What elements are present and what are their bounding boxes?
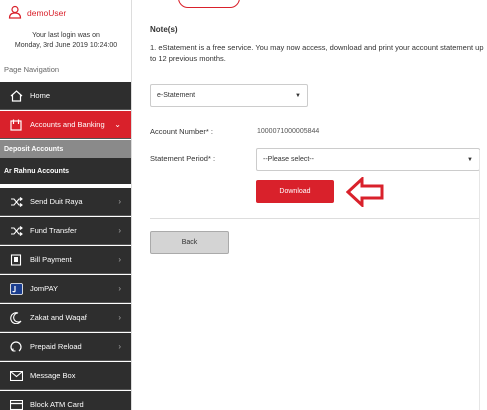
bill-icon bbox=[8, 253, 24, 267]
sidebar-item-label: Zakat and Waqaf bbox=[30, 313, 87, 322]
statement-type-select[interactable]: e-Statement ▼ bbox=[150, 84, 308, 107]
sidebar-item-label: Message Box bbox=[30, 371, 76, 380]
notes-heading: Note(s) bbox=[150, 25, 178, 34]
shuffle-icon bbox=[8, 195, 24, 209]
chevron-right-icon: › bbox=[118, 342, 121, 351]
chevron-down-icon: ⌄ bbox=[114, 120, 121, 129]
account-number-label: Account Number* : bbox=[150, 127, 213, 136]
sidebar-item-label: Prepaid Reload bbox=[30, 342, 82, 351]
content-border bbox=[479, 150, 480, 410]
user-icon bbox=[8, 5, 22, 19]
sidebar-item-label: JomPAY bbox=[30, 284, 59, 293]
sidebar-subitem-deposit-accounts[interactable]: Deposit Accounts bbox=[0, 140, 131, 158]
account-number-value: 1000071000005844 bbox=[257, 128, 320, 135]
sidebar-item-block-atm-card[interactable]: Block ATM Card bbox=[0, 391, 131, 410]
page-navigation-heading: Page Navigation bbox=[4, 65, 60, 74]
sidebar-item-fund-transfer[interactable]: Fund Transfer › bbox=[0, 217, 131, 245]
notes-text: 1. eStatement is a free service. You may… bbox=[150, 43, 484, 63]
sidebar-item-bill-payment[interactable]: Bill Payment › bbox=[0, 246, 131, 274]
envelope-icon bbox=[8, 369, 24, 383]
last-login-info: Your last login was on Monday, 3rd June … bbox=[0, 31, 132, 51]
statement-type-value: e-Statement bbox=[157, 92, 196, 99]
statement-period-label: Statement Period* : bbox=[150, 154, 216, 163]
sidebar-item-home[interactable]: Home bbox=[0, 82, 131, 110]
chevron-right-icon: › bbox=[118, 313, 121, 322]
sidebar-item-label: Accounts and Banking bbox=[30, 120, 105, 129]
chevron-down-icon: ▼ bbox=[467, 156, 473, 163]
statement-period-select[interactable]: --Please select-- ▼ bbox=[256, 148, 480, 171]
download-button[interactable]: Download bbox=[256, 180, 334, 203]
card-icon bbox=[8, 398, 24, 410]
sidebar-item-label: Send Duit Raya bbox=[30, 197, 83, 206]
back-button[interactable]: Back bbox=[150, 231, 229, 254]
user-name[interactable]: demoUser bbox=[27, 8, 66, 18]
arrow-left-icon bbox=[346, 177, 384, 207]
last-login-line2: Monday, 3rd June 2019 10:24:00 bbox=[14, 42, 118, 49]
sidebar-item-label: Bill Payment bbox=[30, 255, 72, 264]
chevron-right-icon: › bbox=[118, 255, 121, 264]
wallet-icon bbox=[8, 118, 24, 132]
sidebar-item-zakat-and-waqaf[interactable]: Zakat and Waqaf › bbox=[0, 304, 131, 332]
chevron-right-icon: › bbox=[118, 284, 121, 293]
sidebar: demoUser Your last login was on Monday, … bbox=[0, 0, 132, 410]
chevron-down-icon: ▼ bbox=[295, 92, 301, 99]
chevron-right-icon: › bbox=[118, 226, 121, 235]
shuffle-icon bbox=[8, 224, 24, 238]
jompay-icon bbox=[8, 282, 24, 296]
crescent-icon bbox=[8, 311, 24, 325]
sidebar-item-message-box[interactable]: Message Box bbox=[0, 362, 131, 390]
sidebar-item-label: Home bbox=[30, 91, 51, 100]
divider bbox=[150, 218, 480, 219]
top-button-partial[interactable] bbox=[178, 0, 240, 8]
user-box: demoUser Your last login was on Monday, … bbox=[0, 0, 132, 60]
sidebar-item-send-duit-raya[interactable]: Send Duit Raya › bbox=[0, 188, 131, 216]
sidebar-item-accounts-and-banking[interactable]: Accounts and Banking ⌄ bbox=[0, 111, 131, 139]
reload-icon bbox=[8, 340, 24, 354]
sidebar-item-label: Block ATM Card bbox=[30, 400, 84, 409]
last-login-line1: Your last login was on bbox=[32, 32, 100, 39]
statement-period-value: --Please select-- bbox=[263, 156, 314, 163]
home-icon bbox=[8, 89, 24, 103]
chevron-right-icon: › bbox=[118, 197, 121, 206]
sidebar-subitem-ar-rahnu-accounts[interactable]: Ar Rahnu Accounts bbox=[0, 158, 131, 184]
sidebar-item-prepaid-reload[interactable]: Prepaid Reload › bbox=[0, 333, 131, 361]
sidebar-item-jompay[interactable]: JomPAY › bbox=[0, 275, 131, 303]
sidebar-item-label: Fund Transfer bbox=[30, 226, 77, 235]
